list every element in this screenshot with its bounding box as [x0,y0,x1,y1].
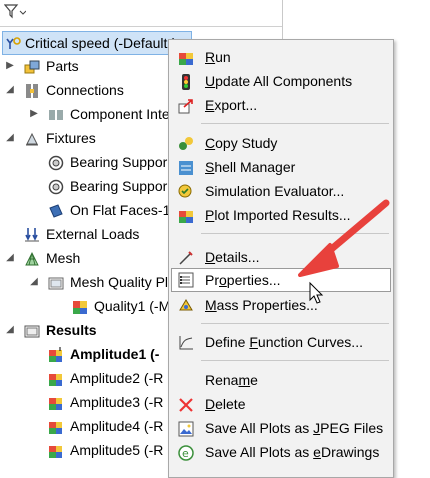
bearing-icon [48,178,64,195]
result-plot-icon [48,346,64,362]
results-folder-icon [24,322,40,338]
plot-imported-results-icon [178,207,194,223]
menu-item-copy-study[interactable]: Copy Study [171,131,391,155]
flat-face-icon [48,202,64,218]
menu-item-save-plots-jpeg[interactable]: Save All Plots as JPEG Files [171,416,391,440]
delete-icon [178,396,194,412]
component-interaction-icon [48,106,64,122]
collapse-icon[interactable]: ◢ [4,246,16,270]
export-icon [178,97,194,114]
mass-properties-icon [178,297,194,313]
collapse-icon[interactable]: ◢ [28,270,40,294]
menu-separator [201,233,389,234]
menu-item-update-all-components[interactable]: Update All Components [171,69,391,93]
shell-manager-icon [178,159,194,175]
fixtures-icon [24,130,40,146]
external-loads-icon [24,226,40,242]
result-plot-icon [48,442,64,458]
menu-separator [201,323,389,324]
result-plot-icon [48,394,64,410]
folder-icon [48,274,64,290]
bearing-icon [48,154,64,171]
menu-item-plot-imported-results[interactable]: Plot Imported Results... [171,203,391,227]
tree-filter-bar [0,0,282,27]
study-icon [5,35,21,51]
filter-icon[interactable] [3,3,27,22]
menu-item-rename[interactable]: Rename [171,368,391,392]
save-jpeg-icon [178,420,194,437]
menu-item-shell-manager[interactable]: Shell Manager [171,155,391,179]
collapse-icon[interactable]: ◢ [4,126,16,150]
tree-root-label: Critical speed (-Default-) [25,35,177,51]
details-icon [178,249,194,265]
context-menu: Run Update All Components Export... Copy… [168,39,394,478]
traffic-light-icon [178,73,194,90]
collapse-icon[interactable]: ◢ [4,318,16,342]
menu-item-define-function-curves[interactable]: Define Function Curves... [171,330,391,354]
result-plot-icon [48,370,64,386]
simulation-evaluator-icon [178,183,194,199]
menu-item-save-plots-edrawings[interactable]: e Save All Plots as eDrawings [171,440,391,464]
menu-item-properties[interactable]: Properties... [171,268,391,292]
menu-item-run[interactable]: Run [171,45,391,69]
svg-text:e: e [182,447,189,460]
menu-item-mass-properties[interactable]: Mass Properties... [171,293,391,317]
quality-plot-icon [72,298,88,314]
connections-icon [24,82,40,98]
mesh-icon [24,250,40,266]
function-curve-icon [178,334,194,350]
tree-root-study[interactable]: Critical speed (-Default-) [2,31,192,55]
menu-separator [201,360,389,361]
menu-item-simulation-evaluator[interactable]: Simulation Evaluator... [171,179,391,203]
copy-study-icon [178,135,194,151]
collapse-icon[interactable]: ◢ [4,78,16,102]
menu-separator [201,123,389,124]
run-icon [178,49,194,65]
properties-icon [178,272,194,288]
menu-item-delete[interactable]: Delete [171,392,391,416]
menu-item-export[interactable]: Export... [171,93,391,117]
edrawings-icon: e [178,444,194,461]
expand-icon[interactable]: ▶ [4,54,16,78]
parts-icon [24,58,40,74]
menu-item-details[interactable]: Details... [171,245,391,269]
result-plot-icon [48,418,64,434]
expand-icon[interactable]: ▶ [28,102,40,126]
